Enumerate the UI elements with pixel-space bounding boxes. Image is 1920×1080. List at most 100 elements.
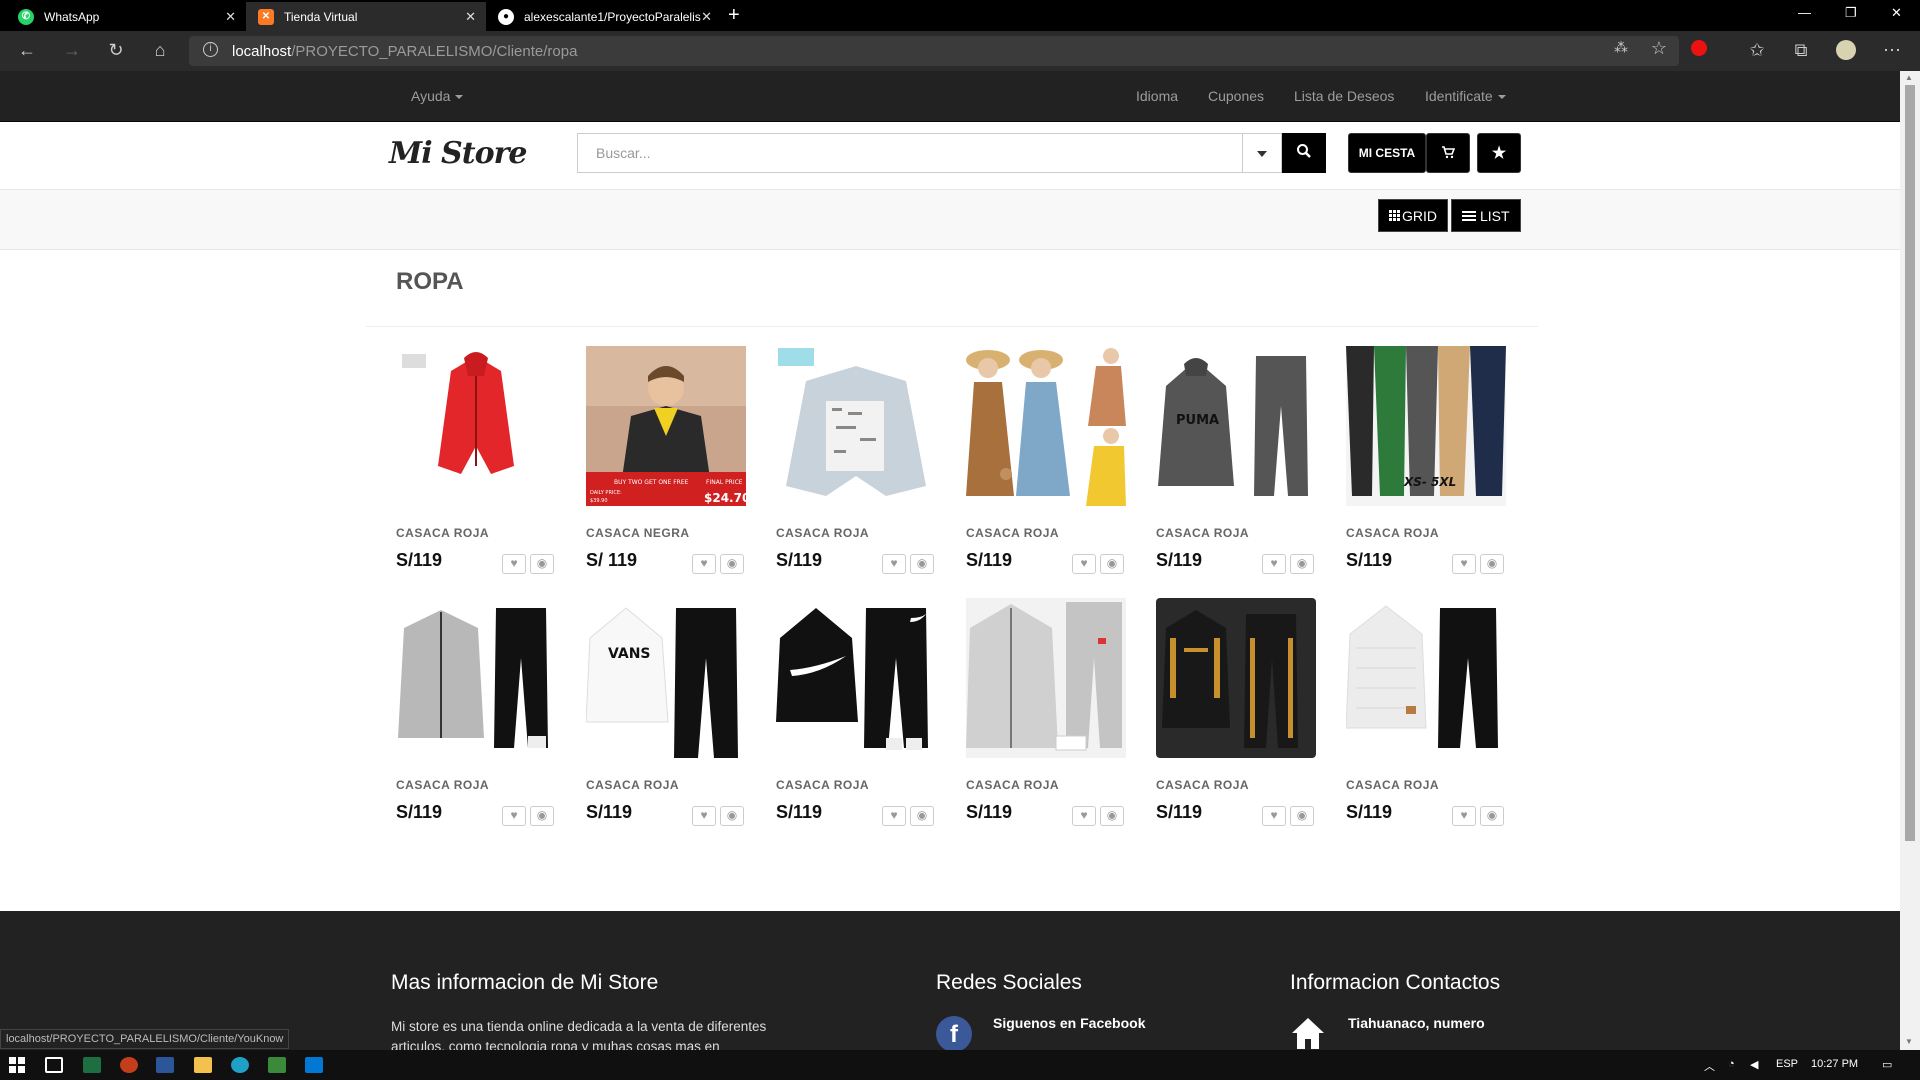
windows-start-icon[interactable] bbox=[9, 1057, 27, 1073]
excel-icon[interactable] bbox=[83, 1057, 101, 1073]
wishlist-heart-button[interactable]: ♥ bbox=[1452, 554, 1476, 574]
quick-view-button[interactable]: ◉ bbox=[1100, 806, 1124, 826]
translate-icon[interactable]: ⁂ bbox=[1609, 39, 1633, 56]
clock[interactable]: 10:27 PM bbox=[1811, 1058, 1858, 1070]
wifi-icon[interactable]: ◔ bbox=[1728, 1058, 1735, 1070]
home-icon[interactable]: ⌂ bbox=[148, 40, 172, 61]
task-view-icon[interactable] bbox=[45, 1057, 63, 1073]
product-image[interactable] bbox=[396, 346, 556, 506]
site-info-icon[interactable]: i bbox=[203, 42, 218, 57]
xampp-taskbar-icon[interactable] bbox=[268, 1057, 286, 1073]
close-tab-icon[interactable]: ✕ bbox=[225, 9, 236, 25]
product-name[interactable]: CASACA ROJA bbox=[966, 778, 1126, 792]
wishlist-heart-button[interactable]: ♥ bbox=[1262, 554, 1286, 574]
scroll-down-icon[interactable]: ▼ bbox=[1905, 1037, 1913, 1046]
product-image[interactable]: PUMA bbox=[1156, 346, 1316, 506]
file-explorer-icon[interactable] bbox=[194, 1057, 212, 1073]
product-image[interactable] bbox=[966, 598, 1126, 758]
profile-avatar-icon[interactable] bbox=[1834, 40, 1858, 65]
minimize-icon[interactable]: — bbox=[1798, 5, 1811, 20]
product-card[interactable]: CASACA ROJA S/119 ♥ ◉ bbox=[776, 346, 936, 574]
product-name[interactable]: CASACA ROJA bbox=[776, 778, 936, 792]
collections-icon[interactable]: ⧉ bbox=[1789, 40, 1813, 61]
product-image[interactable] bbox=[776, 346, 936, 506]
help-menu[interactable]: Ayuda bbox=[411, 88, 464, 104]
volume-icon[interactable]: ◀ bbox=[1750, 1058, 1758, 1071]
product-name[interactable]: CASACA NEGRA bbox=[586, 526, 746, 540]
product-name[interactable]: CASACA ROJA bbox=[396, 526, 556, 540]
grid-view-button[interactable]: GRID bbox=[1378, 199, 1448, 232]
search-category-dropdown[interactable] bbox=[1242, 133, 1282, 173]
more-icon[interactable]: ⋯ bbox=[1880, 40, 1904, 61]
quick-view-button[interactable]: ◉ bbox=[910, 806, 934, 826]
basket-button[interactable]: MI CESTA bbox=[1348, 133, 1426, 173]
tab-github[interactable]: ● alexescalante1/ProyectoParalelis ✕ bbox=[486, 2, 722, 31]
address-bar[interactable]: i localhost/PROYECTO_PARALELISMO/Cliente… bbox=[189, 36, 1679, 66]
product-image[interactable]: XS- 5XL bbox=[1346, 346, 1506, 506]
refresh-icon[interactable]: ↻ bbox=[104, 40, 128, 61]
product-image[interactable] bbox=[776, 598, 936, 758]
vscode-icon[interactable] bbox=[305, 1057, 323, 1073]
product-image[interactable] bbox=[1346, 598, 1506, 758]
favorites-icon[interactable]: ✩ bbox=[1745, 40, 1769, 61]
product-name[interactable]: CASACA ROJA bbox=[1156, 778, 1316, 792]
scroll-up-icon[interactable]: ▲ bbox=[1905, 73, 1913, 82]
restore-icon[interactable]: ❐ bbox=[1845, 5, 1857, 21]
product-card[interactable]: CASACA ROJA S/119 ♥ ◉ bbox=[1156, 598, 1316, 826]
product-card[interactable]: CASACA ROJA S/119 ♥ ◉ bbox=[1346, 598, 1506, 826]
wishlist-heart-button[interactable]: ♥ bbox=[882, 806, 906, 826]
product-name[interactable]: CASACA ROJA bbox=[966, 526, 1126, 540]
product-name[interactable]: CASACA ROJA bbox=[1346, 526, 1506, 540]
quick-view-button[interactable]: ◉ bbox=[1480, 806, 1504, 826]
coupons-link[interactable]: Cupones bbox=[1208, 88, 1264, 104]
forward-icon[interactable]: → bbox=[60, 40, 84, 61]
product-card[interactable]: CASACA ROJA S/119 ♥ ◉ bbox=[396, 598, 556, 826]
product-card[interactable]: CASACA ROJA S/119 ♥ ◉ bbox=[966, 346, 1126, 574]
cart-button[interactable] bbox=[1426, 133, 1470, 173]
product-image[interactable] bbox=[396, 598, 556, 758]
edge-icon[interactable] bbox=[231, 1057, 249, 1073]
product-name[interactable]: CASACA ROJA bbox=[776, 526, 936, 540]
language-link[interactable]: Idioma bbox=[1136, 88, 1178, 104]
wishlist-heart-button[interactable]: ♥ bbox=[1072, 554, 1096, 574]
scrollbar-thumb[interactable] bbox=[1905, 85, 1915, 841]
word-icon[interactable] bbox=[156, 1057, 174, 1073]
product-name[interactable]: CASACA ROJA bbox=[586, 778, 746, 792]
search-button[interactable] bbox=[1282, 133, 1326, 173]
notifications-icon[interactable]: ▭ bbox=[1882, 1058, 1892, 1071]
product-card[interactable]: PUMA CASACA ROJA S/119 ♥ ◉ bbox=[1156, 346, 1316, 574]
list-view-button[interactable]: LIST bbox=[1451, 199, 1521, 232]
close-window-icon[interactable]: ✕ bbox=[1891, 5, 1902, 21]
quick-view-button[interactable]: ◉ bbox=[1480, 554, 1504, 574]
new-tab-icon[interactable]: + bbox=[728, 4, 740, 27]
product-image[interactable] bbox=[1156, 598, 1316, 758]
wishlist-heart-button[interactable]: ♥ bbox=[1452, 806, 1476, 826]
quick-view-button[interactable]: ◉ bbox=[910, 554, 934, 574]
product-name[interactable]: CASACA ROJA bbox=[1346, 778, 1506, 792]
product-card[interactable]: VANS CASACA ROJA S/119 ♥ ◉ bbox=[586, 598, 746, 826]
wishlist-link[interactable]: Lista de Deseos bbox=[1294, 88, 1394, 104]
product-image[interactable]: VANS bbox=[586, 598, 746, 758]
page-scrollbar[interactable]: ▲ ▼ bbox=[1900, 71, 1920, 1050]
quick-view-button[interactable]: ◉ bbox=[530, 554, 554, 574]
quick-view-button[interactable]: ◉ bbox=[1290, 554, 1314, 574]
quick-view-button[interactable]: ◉ bbox=[1290, 806, 1314, 826]
search-input[interactable] bbox=[578, 134, 1243, 172]
close-tab-icon[interactable]: ✕ bbox=[465, 9, 476, 25]
wishlist-heart-button[interactable]: ♥ bbox=[692, 554, 716, 574]
site-logo[interactable]: Mi Store bbox=[389, 136, 527, 171]
quick-view-button[interactable]: ◉ bbox=[720, 554, 744, 574]
quick-view-button[interactable]: ◉ bbox=[720, 806, 744, 826]
product-card[interactable]: XS- 5XL CASACA ROJA S/119 ♥ ◉ bbox=[1346, 346, 1506, 574]
wishlist-heart-button[interactable]: ♥ bbox=[502, 806, 526, 826]
product-card[interactable]: BUY TWO GET ONE FREE FINAL PRICE $24.70 DAI… bbox=[586, 346, 746, 574]
tray-chevron-icon[interactable]: ︿ bbox=[1704, 1058, 1715, 1074]
product-card[interactable]: CASACA ROJA S/119 ♥ ◉ bbox=[396, 346, 556, 574]
product-name[interactable]: CASACA ROJA bbox=[396, 778, 556, 792]
url-text[interactable]: localhost/PROYECTO_PARALELISMO/Cliente/r… bbox=[232, 43, 577, 60]
powerpoint-icon[interactable] bbox=[120, 1057, 138, 1073]
quick-view-button[interactable]: ◉ bbox=[530, 806, 554, 826]
input-language[interactable]: ESP bbox=[1776, 1058, 1798, 1070]
product-image[interactable] bbox=[966, 346, 1126, 506]
favorites-button[interactable]: ★ bbox=[1477, 133, 1521, 173]
